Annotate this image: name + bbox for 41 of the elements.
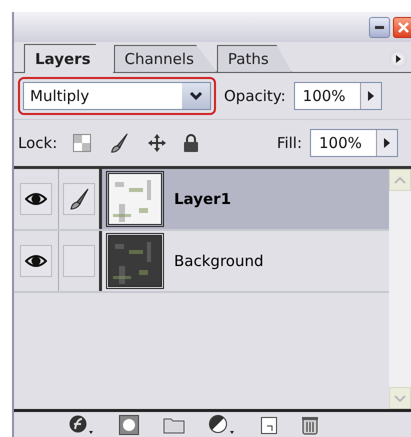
- close-button[interactable]: [393, 16, 411, 38]
- brush-icon: [68, 187, 90, 211]
- move-icon[interactable]: [147, 133, 168, 153]
- chevron-down-icon: [394, 394, 406, 402]
- triangle-icon: [384, 138, 390, 148]
- panel-menu-button[interactable]: [389, 50, 407, 68]
- layer-name: Background: [174, 252, 264, 270]
- eye-icon: [25, 192, 47, 206]
- opacity-slider-button[interactable]: [360, 83, 381, 109]
- opacity-label: Opacity:: [224, 87, 286, 105]
- triangle-icon: [396, 55, 400, 63]
- minimize-button[interactable]: [369, 16, 390, 38]
- padlock-icon[interactable]: [183, 134, 200, 152]
- triangle-icon: [368, 91, 374, 101]
- layer-style-icon[interactable]: [69, 415, 95, 435]
- lock-transparency-icon[interactable]: [73, 134, 92, 152]
- layer-name: Layer1: [174, 190, 232, 208]
- eye-icon: [25, 254, 47, 268]
- fill-slider-button[interactable]: [376, 130, 397, 156]
- close-icon: [398, 22, 409, 32]
- panel-tab[interactable]: Paths: [216, 45, 292, 72]
- visibility-toggle[interactable]: [20, 183, 52, 215]
- panel-tab[interactable]: Layers: [24, 44, 114, 73]
- opacity-field[interactable]: 100%: [294, 82, 382, 110]
- paint-target-toggle[interactable]: [63, 183, 95, 215]
- paint-target-toggle[interactable]: [63, 245, 95, 277]
- new-layer-icon[interactable]: [261, 416, 277, 434]
- panel-tab[interactable]: Channels: [114, 45, 217, 72]
- chevron-up-icon: [394, 176, 406, 184]
- chevron-down-icon: [190, 92, 202, 100]
- lock-label: Lock:: [18, 134, 58, 152]
- layer-row[interactable]: Layer1: [102, 169, 389, 229]
- folder-icon[interactable]: [163, 416, 185, 434]
- trash-icon[interactable]: [301, 415, 319, 435]
- blend-mode-dropdown[interactable]: Multiply: [23, 82, 211, 110]
- layer-mask-icon[interactable]: [119, 415, 139, 435]
- minimize-icon: [375, 26, 384, 28]
- fill-field[interactable]: 100%: [310, 129, 398, 157]
- fill-label: Fill:: [276, 134, 302, 152]
- visibility-toggle[interactable]: [20, 245, 52, 277]
- adjustment-layer-icon[interactable]: [209, 415, 237, 435]
